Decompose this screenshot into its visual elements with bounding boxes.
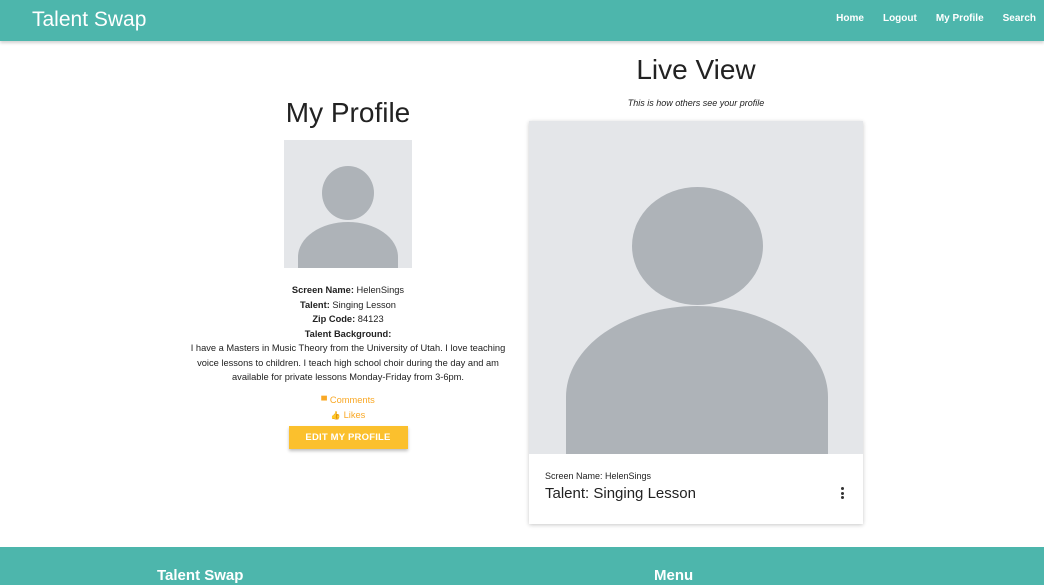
talent-row: Talent: Singing Lesson	[185, 298, 511, 313]
card-avatar-head	[632, 187, 763, 305]
footer-menu-heading: Menu	[654, 567, 694, 584]
likes-link[interactable]: 👍 Likes	[185, 408, 511, 423]
zip-row: Zip Code: 84123	[185, 312, 511, 327]
screen-name-value: HelenSings	[356, 285, 405, 295]
avatar-body	[298, 222, 398, 268]
nav-my-profile-link[interactable]: My Profile	[936, 13, 984, 24]
person-placeholder-icon	[284, 140, 412, 268]
avatar-head	[322, 166, 374, 220]
person-placeholder-icon	[529, 121, 863, 454]
likes-label: Likes	[343, 409, 366, 420]
more-vert-icon[interactable]	[839, 487, 845, 501]
comment-icon: ▀	[321, 395, 327, 405]
footer: Talent Swap Menu	[0, 547, 1044, 585]
top-navbar: Talent Swap Home Logout My Profile Searc…	[0, 0, 1044, 41]
zip-label: Zip Code:	[312, 314, 356, 324]
my-profile-section: My Profile Screen Name: HelenSings Talen…	[185, 95, 511, 449]
profile-title: My Profile	[285, 97, 411, 128]
card-screen-name: Screen Name: HelenSings	[545, 471, 652, 481]
nav-home-link[interactable]: Home	[836, 13, 864, 24]
zip-value: 84123	[357, 314, 384, 324]
profile-actions: ▀ Comments 👍 Likes	[185, 393, 511, 423]
footer-brand: Talent Swap	[157, 567, 244, 584]
profile-info: Screen Name: HelenSings Talent: Singing …	[185, 283, 511, 385]
live-view-title: Live View	[636, 54, 756, 85]
nav-logout-link[interactable]: Logout	[883, 13, 917, 24]
background-text: I have a Masters in Music Theory from th…	[190, 343, 506, 382]
thumb-up-icon: 👍	[330, 410, 341, 420]
card-avatar-body	[566, 306, 828, 454]
comments-link[interactable]: ▀ Comments	[185, 393, 511, 408]
brand-logo[interactable]: Talent Swap	[32, 8, 146, 32]
nav-links: Home Logout My Profile Search	[817, 13, 1036, 24]
card-talent: Talent: Singing Lesson	[545, 485, 696, 502]
talent-value: Singing Lesson	[332, 299, 396, 310]
live-view-subtitle: This is how others see your profile	[627, 98, 765, 108]
talent-label: Talent:	[300, 299, 330, 310]
background-label: Talent Background:	[304, 328, 392, 339]
profile-card: Screen Name: HelenSings Talent: Singing …	[529, 121, 863, 524]
nav-search-link[interactable]: Search	[1003, 13, 1036, 24]
comments-label: Comments	[329, 394, 375, 405]
screen-name-row: Screen Name: HelenSings	[185, 283, 511, 298]
screen-name-label: Screen Name:	[291, 285, 354, 295]
background-label-row: Talent Background:	[185, 327, 511, 342]
edit-profile-button[interactable]: EDIT MY PROFILE	[288, 425, 408, 449]
